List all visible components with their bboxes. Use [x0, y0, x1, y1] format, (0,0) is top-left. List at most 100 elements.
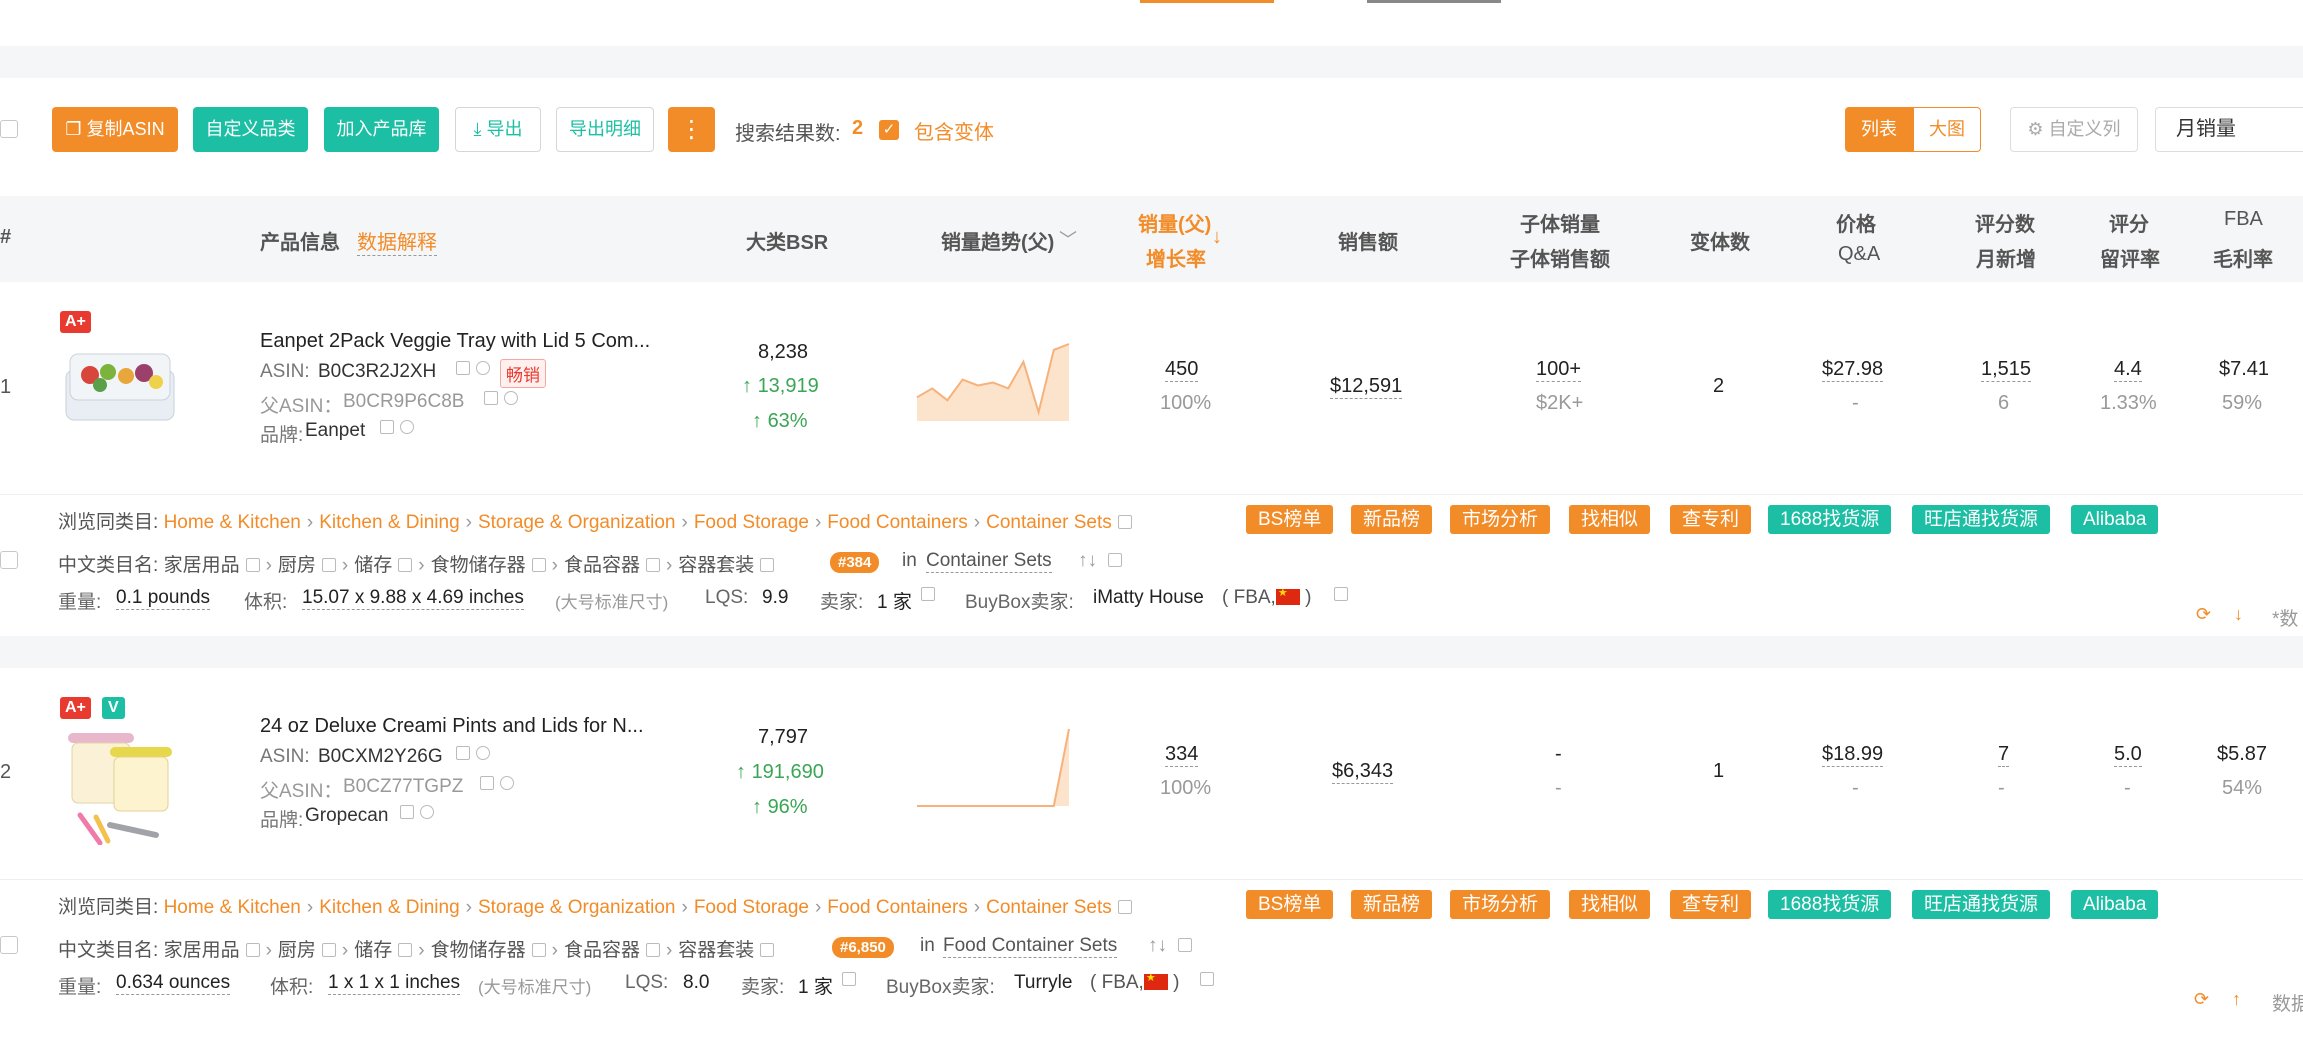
- sort-icon[interactable]: ↑↓: [1148, 935, 1193, 957]
- alibaba-tag[interactable]: Alibaba: [2071, 505, 2159, 534]
- header-trend[interactable]: 销量趋势(父): [941, 226, 1054, 255]
- seller-value[interactable]: 1 家: [798, 972, 833, 999]
- copy-icon[interactable]: [450, 746, 490, 764]
- crumb-item[interactable]: Container Sets: [986, 512, 1112, 533]
- data-explain-link[interactable]: 数据解释: [357, 226, 437, 256]
- crumb-item[interactable]: Home & Kitchen: [164, 897, 301, 918]
- check-patent-tag[interactable]: 查专利: [1670, 505, 1752, 534]
- external-link-icon[interactable]: [1117, 515, 1132, 529]
- more-button[interactable]: ⋮: [668, 107, 715, 152]
- header-reviews[interactable]: 评分数: [1975, 208, 2035, 237]
- external-link-icon[interactable]: [915, 587, 935, 605]
- crumb-item[interactable]: Food Storage: [694, 897, 809, 918]
- header-price[interactable]: 价格: [1836, 208, 1876, 237]
- copy-icon[interactable]: [478, 391, 518, 409]
- external-link-icon[interactable]: [1328, 587, 1348, 605]
- parent-asin-value[interactable]: B0CR9P6C8B: [343, 391, 464, 413]
- external-link-icon[interactable]: [1194, 972, 1214, 990]
- external-link-icon[interactable]: [836, 972, 856, 990]
- find-similar-tag[interactable]: 找相似: [1569, 505, 1651, 534]
- sales-trend-chart[interactable]: [913, 340, 1073, 425]
- cn-crumb-item[interactable]: 厨房: [278, 940, 316, 961]
- sort-icon[interactable]: ↑↓: [1078, 550, 1123, 572]
- header-revenue[interactable]: 销售额: [1338, 226, 1398, 255]
- crumb-item[interactable]: Kitchen & Dining: [319, 897, 459, 918]
- crumb-item[interactable]: Home & Kitchen: [164, 512, 301, 533]
- header-growth-rate[interactable]: 增长率: [1146, 243, 1206, 272]
- buybox-seller[interactable]: Turryle: [1014, 972, 1072, 994]
- list-view-button[interactable]: 列表: [1845, 107, 1913, 152]
- product-image[interactable]: [60, 725, 180, 846]
- bs-list-tag[interactable]: BS榜单: [1246, 890, 1334, 919]
- cn-crumb-item[interactable]: 容器套装: [678, 555, 754, 576]
- cn-crumb-item[interactable]: 家居用品: [164, 555, 240, 576]
- bs-list-tag[interactable]: BS榜单: [1246, 505, 1334, 534]
- crumb-item[interactable]: Storage & Organization: [478, 897, 676, 918]
- add-library-button[interactable]: 加入产品库: [324, 107, 439, 152]
- header-child-revenue[interactable]: 子体销售额: [1510, 243, 1610, 272]
- arrow-down-icon[interactable]: ↓: [2234, 604, 2243, 625]
- parent-asin-value[interactable]: B0CZ77TGPZ: [343, 776, 463, 798]
- header-sales-parent[interactable]: 销量(父): [1138, 208, 1211, 237]
- sort-desc-icon[interactable]: ↓: [1212, 226, 1222, 249]
- header-rating[interactable]: 评分: [2109, 208, 2149, 237]
- copy-icon[interactable]: [394, 805, 434, 823]
- header-monthly-new[interactable]: 月新增: [1976, 243, 2036, 272]
- cn-crumb-item[interactable]: 食品容器: [564, 940, 640, 961]
- seller-value[interactable]: 1 家: [877, 587, 912, 614]
- crumb-item[interactable]: Kitchen & Dining: [319, 512, 459, 533]
- custom-category-button[interactable]: 自定义品类: [193, 107, 308, 152]
- find-similar-tag[interactable]: 找相似: [1569, 890, 1651, 919]
- header-retention[interactable]: 留评率: [2100, 243, 2160, 272]
- crumb-item[interactable]: Food Containers: [827, 897, 967, 918]
- crumb-item[interactable]: Container Sets: [986, 897, 1112, 918]
- alibaba-tag[interactable]: Alibaba: [2071, 890, 2159, 919]
- copy-icon[interactable]: [374, 420, 414, 438]
- header-qa[interactable]: Q&A: [1838, 243, 1880, 266]
- copy-asin-button[interactable]: ❐ 复制ASIN: [52, 107, 178, 152]
- export-detail-button[interactable]: 导出明细: [556, 107, 654, 152]
- product-title[interactable]: Eanpet 2Pack Veggie Tray with Lid 5 Com.…: [260, 330, 650, 353]
- sort-select[interactable]: 月销量: [2155, 107, 2303, 152]
- select-all-checkbox[interactable]: [0, 120, 18, 138]
- custom-columns-button[interactable]: ⚙ 自定义列: [2010, 107, 2138, 152]
- brand-value[interactable]: Eanpet: [305, 420, 365, 442]
- grid-view-button[interactable]: 大图: [1913, 107, 1981, 152]
- product-image[interactable]: [60, 340, 180, 440]
- crumb-item[interactable]: Food Storage: [694, 512, 809, 533]
- new-list-tag[interactable]: 新品榜: [1351, 505, 1433, 534]
- arrow-up-icon[interactable]: ↑: [2232, 989, 2241, 1010]
- wangdian-source-tag[interactable]: 旺店通找货源: [1912, 505, 2051, 534]
- row-checkbox[interactable]: [0, 551, 18, 569]
- cn-crumb-item[interactable]: 容器套装: [678, 940, 754, 961]
- copy-icon[interactable]: [474, 776, 514, 794]
- crumb-item[interactable]: Food Containers: [827, 512, 967, 533]
- product-title[interactable]: 24 oz Deluxe Creami Pints and Lids for N…: [260, 715, 644, 738]
- rank-category-link[interactable]: Food Container Sets: [943, 935, 1118, 958]
- new-list-tag[interactable]: 新品榜: [1351, 890, 1433, 919]
- market-analysis-tag[interactable]: 市场分析: [1450, 890, 1551, 919]
- header-fba[interactable]: FBA: [2224, 208, 2263, 231]
- check-patent-tag[interactable]: 查专利: [1670, 890, 1752, 919]
- export-button[interactable]: ⤓ 导出: [455, 107, 541, 152]
- asin-value[interactable]: B0C3R2J2XH: [318, 361, 436, 383]
- rank-category-link[interactable]: Container Sets: [926, 550, 1052, 573]
- sales-trend-chart[interactable]: [913, 725, 1073, 810]
- refresh-icon[interactable]: ⟳: [2196, 604, 2211, 625]
- chevron-down-icon[interactable]: ﹀: [1059, 226, 1077, 252]
- cn-crumb-item[interactable]: 食品容器: [564, 555, 640, 576]
- crumb-item[interactable]: Storage & Organization: [478, 512, 676, 533]
- cn-crumb-item[interactable]: 家居用品: [164, 940, 240, 961]
- market-analysis-tag[interactable]: 市场分析: [1450, 505, 1551, 534]
- wangdian-source-tag[interactable]: 旺店通找货源: [1912, 890, 2051, 919]
- header-child-sales[interactable]: 子体销量: [1520, 208, 1600, 237]
- include-variants-checkbox[interactable]: ✓: [879, 120, 899, 140]
- cn-crumb-item[interactable]: 食物储存器: [431, 555, 526, 576]
- header-margin[interactable]: 毛利率: [2213, 243, 2273, 272]
- brand-value[interactable]: Gropecan: [305, 805, 388, 827]
- cn-crumb-item[interactable]: 储存: [354, 940, 392, 961]
- asin-value[interactable]: B0CXM2Y26G: [318, 746, 443, 768]
- header-bsr[interactable]: 大类BSR: [746, 226, 828, 255]
- external-link-icon[interactable]: [1117, 900, 1132, 914]
- source-1688-tag[interactable]: 1688找货源: [1768, 505, 1892, 534]
